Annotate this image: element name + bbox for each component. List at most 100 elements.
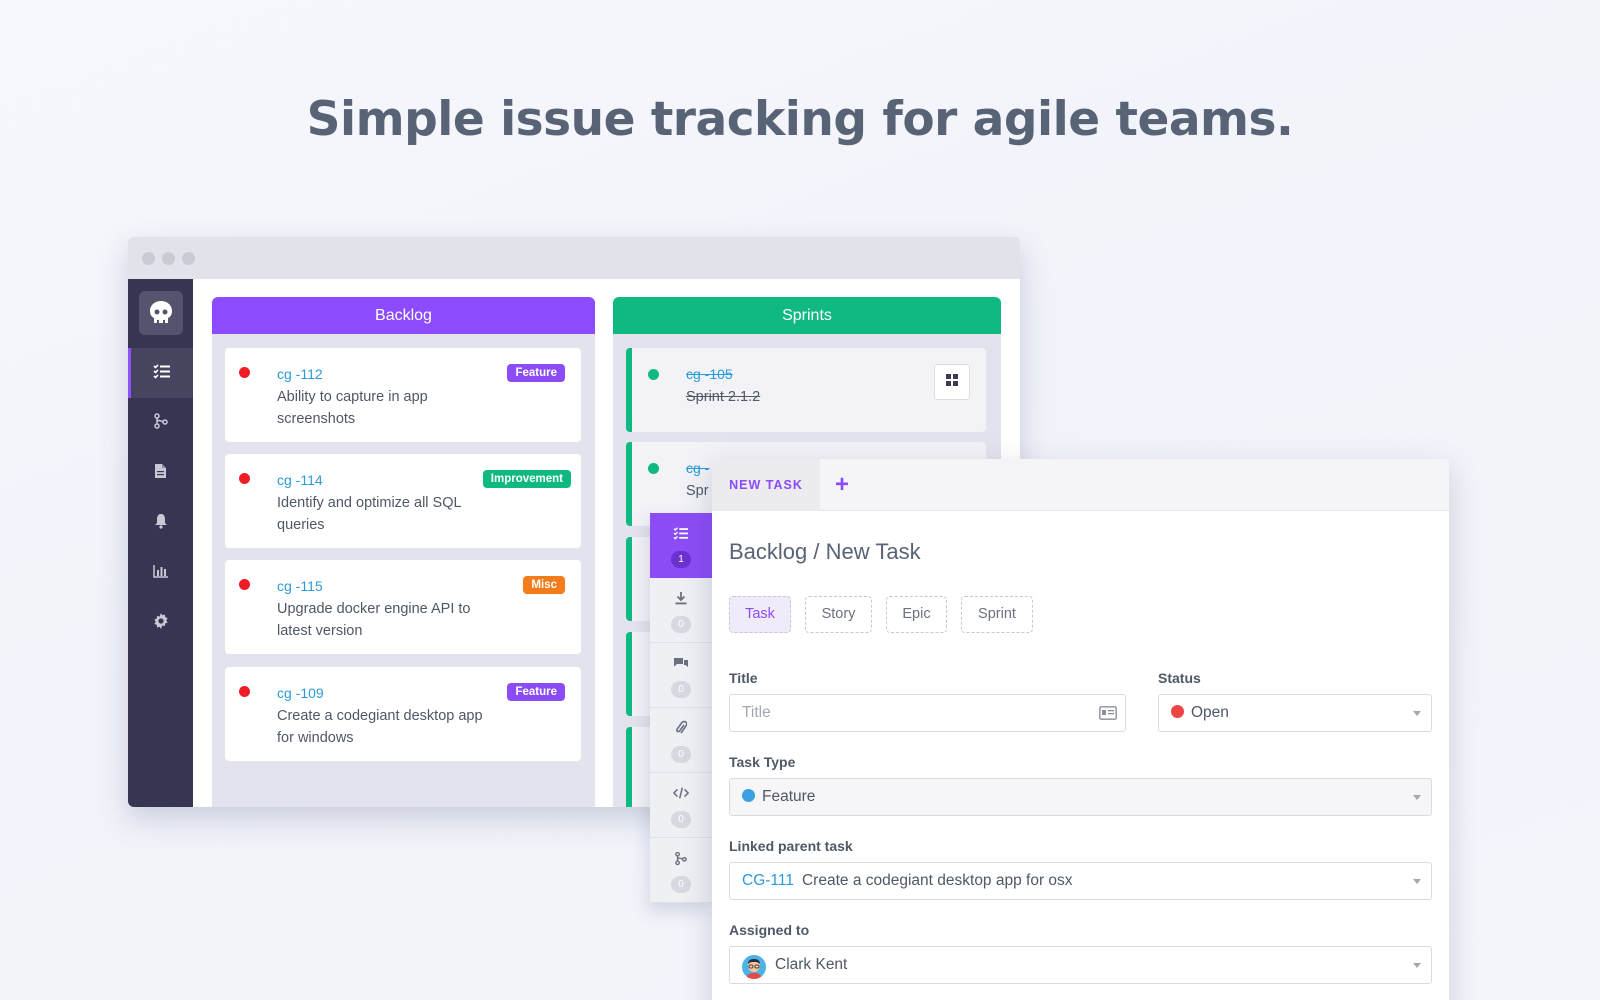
task-list-icon — [673, 525, 689, 541]
headline: Simple issue tracking for agile teams. — [306, 92, 1294, 147]
comments-icon — [673, 655, 689, 671]
task-type-dot — [742, 789, 755, 802]
status-select[interactable]: Open — [1158, 694, 1432, 732]
priority-dot — [239, 473, 250, 484]
card-id[interactable]: cg -115 — [277, 578, 323, 594]
bell-icon — [154, 513, 168, 534]
backlog-column: Backlog cg -112 Ability to capture in ap… — [212, 297, 595, 807]
priority-dot — [239, 686, 250, 697]
backlog-card[interactable]: cg -115 Upgrade docker engine API to lat… — [225, 560, 581, 654]
parent-task-label: Linked parent task — [729, 838, 853, 854]
task-side-tabs: 1 0 0 0 0 0 — [650, 513, 712, 903]
paperclip-icon — [673, 720, 689, 736]
tab-subtasks[interactable]: 1 — [650, 513, 712, 578]
git-branch-icon — [673, 850, 689, 866]
status-label: Status — [1158, 670, 1201, 686]
title-label: Title — [729, 670, 758, 686]
card-id[interactable]: cg -109 — [277, 685, 324, 701]
backlog-column-title: Backlog — [212, 297, 595, 334]
grid-icon — [946, 373, 958, 391]
tab-count: 0 — [671, 681, 691, 698]
backlog-card[interactable]: cg -114 Identify and optimize all SQL qu… — [225, 454, 581, 548]
tag-badge: Feature — [507, 683, 565, 701]
status-value: Open — [1191, 704, 1229, 721]
tab-count: 1 — [671, 551, 691, 568]
status-dot — [1171, 705, 1184, 718]
assigned-label: Assigned to — [729, 922, 810, 938]
gear-icon — [153, 612, 169, 634]
card-id[interactable]: cg -114 — [277, 472, 323, 488]
tag-badge: Misc — [523, 576, 565, 594]
id-card-icon — [1099, 706, 1117, 725]
new-task-panel: NEW TASK + Backlog / New Task Task Story… — [712, 459, 1449, 1000]
avatar — [742, 955, 766, 979]
task-type-select[interactable]: Feature — [729, 778, 1432, 816]
window-minimize-dot[interactable] — [162, 252, 175, 265]
tab-branches[interactable]: 0 — [650, 838, 712, 903]
chevron-down-icon — [1413, 879, 1421, 884]
sidebar-item-tasks[interactable] — [128, 348, 193, 398]
sprint-status-dot — [648, 463, 659, 474]
priority-dot — [239, 367, 250, 378]
sidebar-item-notifications[interactable] — [128, 498, 193, 548]
tab-count: 0 — [671, 876, 691, 893]
sprint-status-dot — [648, 369, 659, 380]
plus-icon[interactable]: + — [835, 471, 849, 499]
card-title: Identify and optimize all SQL queries — [277, 495, 462, 533]
document-icon — [154, 463, 167, 484]
sprint-card[interactable]: cg -105 Sprint 2.1.2 — [626, 348, 986, 432]
tab-count: 0 — [671, 811, 691, 828]
panel-tab-bar: NEW TASK + — [712, 459, 1449, 511]
tab-new-task[interactable]: NEW TASK — [712, 459, 820, 511]
type-sprint-button[interactable]: Sprint — [961, 596, 1033, 633]
sprints-column-title: Sprints — [613, 297, 1001, 334]
tag-badge: Improvement — [482, 470, 571, 488]
tab-attachments[interactable]: 0 — [650, 708, 712, 773]
tab-count: 0 — [671, 746, 691, 763]
tab-code[interactable]: 0 — [650, 773, 712, 838]
code-icon — [673, 785, 689, 801]
type-story-button[interactable]: Story — [805, 596, 872, 633]
chevron-down-icon — [1413, 963, 1421, 968]
app-sidebar — [128, 279, 193, 807]
card-title: Ability to capture in app screenshots — [277, 389, 428, 427]
tab-downloads[interactable]: 0 — [650, 578, 712, 643]
sprint-title: Sprint 2.1.2 — [686, 389, 761, 405]
task-type-value: Feature — [762, 788, 816, 805]
tab-comments[interactable]: 0 — [650, 643, 712, 708]
backlog-card[interactable]: cg -112 Ability to capture in app screen… — [225, 348, 581, 442]
sidebar-item-reports[interactable] — [128, 548, 193, 598]
parent-task-select[interactable]: CG-111 Create a codegiant desktop app for… — [729, 862, 1432, 900]
window-titlebar — [128, 237, 1020, 279]
sprint-id[interactable]: cg -105 — [686, 366, 733, 382]
card-id[interactable]: cg -112 — [277, 366, 323, 382]
priority-dot — [239, 579, 250, 590]
sprint-id[interactable]: cg - — [686, 460, 709, 476]
card-title: Create a codegiant desktop app for windo… — [277, 708, 483, 746]
tag-badge: Feature — [507, 364, 565, 382]
type-task-button[interactable]: Task — [729, 596, 791, 633]
tab-count: 0 — [671, 616, 691, 633]
parent-task-title: Create a codegiant desktop app for osx — [801, 872, 1073, 889]
parent-task-id: CG-111 — [742, 872, 794, 889]
skull-logo-icon[interactable] — [139, 291, 183, 335]
window-close-dot[interactable] — [142, 252, 155, 265]
type-epic-button[interactable]: Epic — [886, 596, 947, 633]
sidebar-item-git[interactable] — [128, 398, 193, 448]
title-placeholder: Title — [742, 704, 771, 721]
download-icon — [673, 590, 689, 606]
assignee-select[interactable]: Clark Kent — [729, 946, 1432, 984]
title-field[interactable]: Title — [729, 694, 1126, 732]
bar-chart-icon — [152, 564, 169, 583]
backlog-card[interactable]: cg -109 Create a codegiant desktop app f… — [225, 667, 581, 761]
task-type-label: Task Type — [729, 754, 796, 770]
breadcrumb: Backlog / New Task — [729, 539, 921, 564]
window-maximize-dot[interactable] — [182, 252, 195, 265]
chevron-down-icon — [1413, 795, 1421, 800]
sidebar-item-docs[interactable] — [128, 448, 193, 498]
git-branch-icon — [153, 412, 168, 434]
task-list-icon — [153, 363, 171, 384]
grid-view-button[interactable] — [934, 364, 970, 400]
chevron-down-icon — [1413, 711, 1421, 716]
sidebar-item-settings[interactable] — [128, 598, 193, 648]
